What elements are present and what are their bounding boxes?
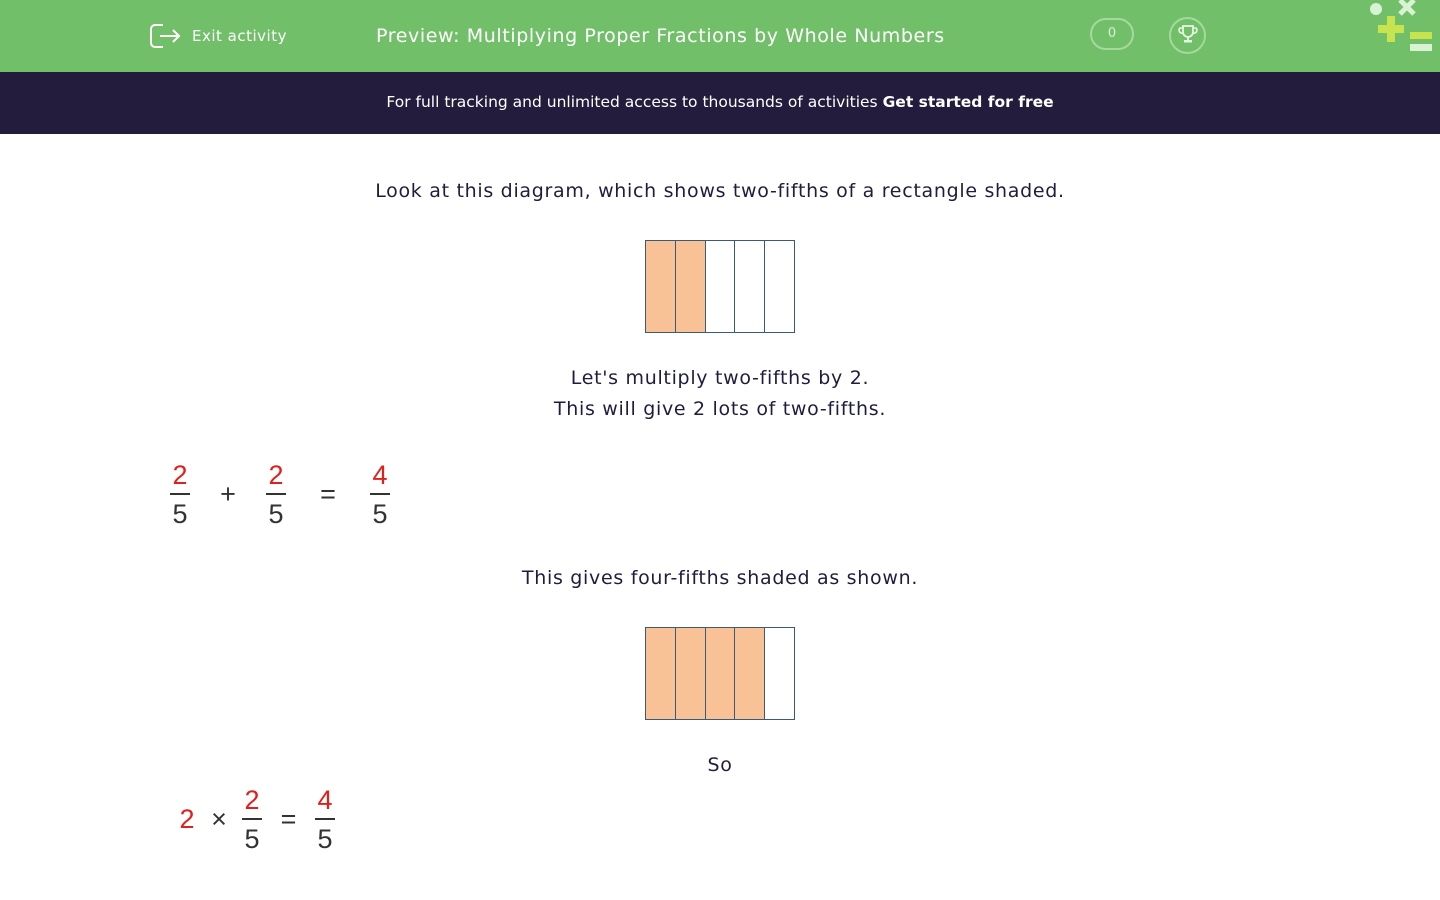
numerator: 2 bbox=[268, 460, 284, 490]
fraction-bar bbox=[315, 818, 335, 820]
denominator: 5 bbox=[317, 824, 333, 854]
top-bar: Exit activity Preview: Multiplying Prope… bbox=[0, 0, 1440, 72]
trophy-button[interactable] bbox=[1169, 17, 1206, 54]
result-text: This gives four-fifths shaded as shown. bbox=[521, 567, 919, 589]
addition-equation: 2 5 + 2 5 = 4 5 bbox=[169, 460, 391, 529]
shaded-part bbox=[675, 628, 706, 719]
denominator: 5 bbox=[372, 499, 388, 529]
fraction-a: 2 5 bbox=[169, 460, 191, 529]
fraction-bar bbox=[266, 493, 286, 495]
multiplication-equation: 2 × 2 5 = 4 5 bbox=[177, 785, 336, 854]
denominator: 5 bbox=[244, 824, 260, 854]
unshaded-part bbox=[735, 241, 766, 332]
denominator: 5 bbox=[268, 499, 284, 529]
unshaded-part bbox=[765, 241, 794, 332]
intro-text: Look at this diagram, which shows two-fi… bbox=[375, 180, 1065, 202]
equals-sign: = bbox=[280, 804, 297, 834]
fraction-b: 2 5 bbox=[265, 460, 287, 529]
unshaded-part bbox=[765, 628, 794, 719]
unshaded-part bbox=[706, 241, 736, 332]
score-counter: 0 bbox=[1090, 18, 1134, 50]
fraction-result: 4 5 bbox=[314, 785, 336, 854]
plus-sign: + bbox=[220, 479, 236, 509]
multiply-explanation-line-2: This will give 2 lots of two-fifths. bbox=[553, 398, 887, 420]
page-title: Preview: Multiplying Proper Fractions by… bbox=[376, 25, 945, 47]
fraction-bar bbox=[170, 493, 190, 495]
fraction-bar bbox=[370, 493, 390, 495]
banner-text: For full tracking and unlimited access t… bbox=[386, 93, 878, 111]
numerator: 2 bbox=[244, 785, 260, 815]
shaded-part bbox=[646, 628, 676, 719]
fraction-diagram-two-fifths bbox=[645, 240, 795, 333]
exit-activity-label: Exit activity bbox=[192, 27, 287, 45]
exit-activity-button[interactable]: Exit activity bbox=[149, 20, 287, 52]
equals-sign: = bbox=[320, 479, 336, 509]
so-text: So bbox=[707, 754, 733, 776]
multiply-explanation-line-1: Let's multiply two-fifths by 2. bbox=[570, 367, 870, 389]
fraction-diagram-four-fifths bbox=[645, 627, 795, 720]
shaded-part bbox=[675, 241, 706, 332]
exit-icon bbox=[149, 22, 182, 50]
shaded-part bbox=[705, 628, 736, 719]
fraction-factor: 2 5 bbox=[241, 785, 263, 854]
shaded-part bbox=[646, 241, 676, 332]
get-started-link[interactable]: Get started for free bbox=[883, 93, 1054, 111]
numerator: 4 bbox=[372, 460, 388, 490]
numerator: 2 bbox=[172, 460, 188, 490]
times-sign: × bbox=[211, 804, 227, 834]
whole-number: 2 bbox=[179, 804, 195, 834]
fraction-bar bbox=[242, 818, 262, 820]
upgrade-banner: For full tracking and unlimited access t… bbox=[0, 72, 1440, 134]
math-symbols-logo bbox=[1366, 0, 1440, 56]
shaded-part bbox=[735, 628, 766, 719]
numerator: 4 bbox=[317, 785, 333, 815]
fraction-result: 4 5 bbox=[369, 460, 391, 529]
denominator: 5 bbox=[172, 499, 188, 529]
trophy-icon bbox=[1177, 23, 1199, 49]
